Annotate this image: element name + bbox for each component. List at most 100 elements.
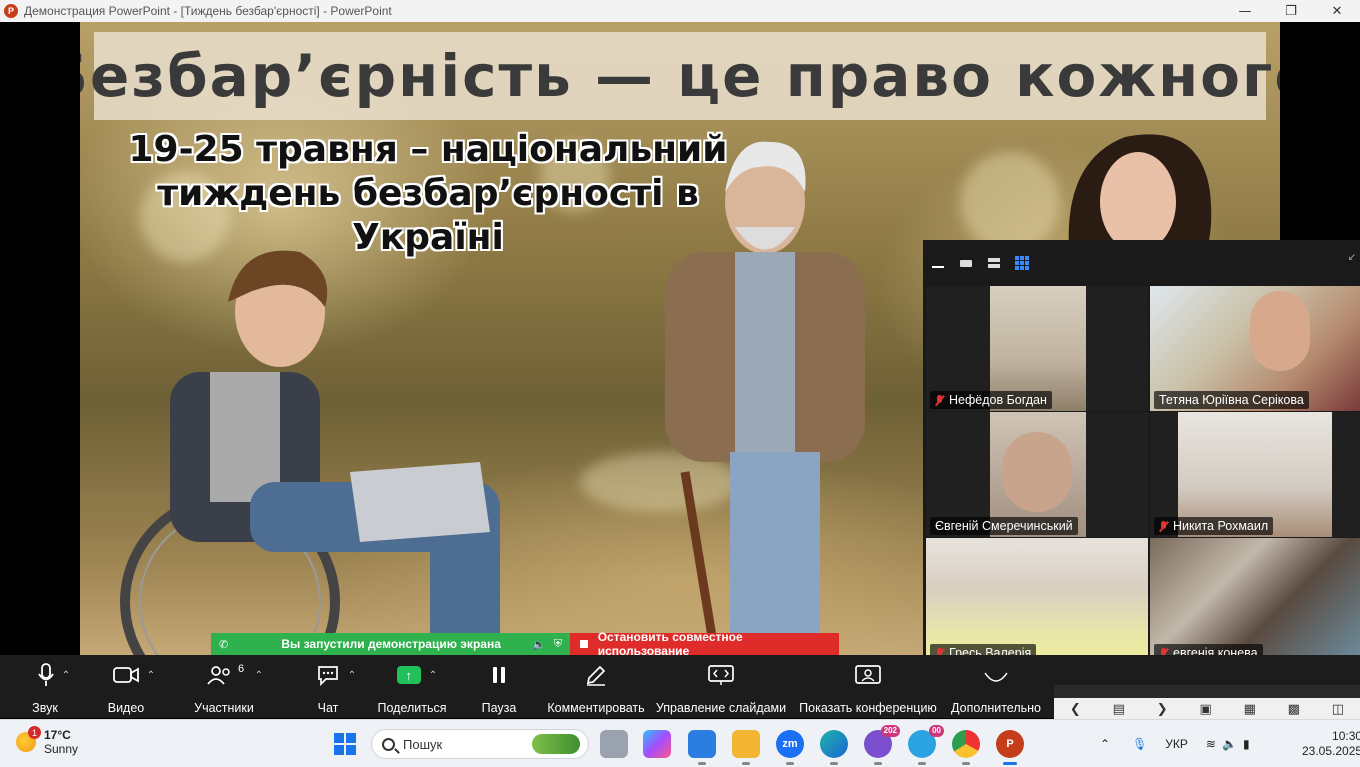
reading-view-icon[interactable]: ▩ — [1288, 702, 1300, 717]
pencil-icon — [586, 665, 606, 686]
chat-button[interactable]: ⌃ Чат — [306, 655, 366, 718]
participant-name: Євгеній Смеречинський — [935, 519, 1073, 533]
gallery-view-controls — [923, 240, 1360, 286]
video-tile[interactable]: Гресь Валерія — [926, 538, 1148, 664]
share-screen-button[interactable]: ↑ ⌃ Поделиться — [377, 655, 454, 718]
participant-label: Євгеній Смеречинський — [930, 517, 1078, 535]
gallery-grid-icon[interactable] — [1015, 256, 1029, 270]
minimize-icon[interactable]: — — [1222, 0, 1268, 22]
participant-label: Тетяна Юріївна Серікова — [1154, 391, 1309, 409]
mic-muted-icon — [935, 394, 944, 406]
slide-subtitle: 19-25 травня – національний тиждень безб… — [128, 129, 728, 258]
search-highlight-icon — [532, 734, 580, 754]
wifi-icon[interactable]: ≋ — [1206, 737, 1216, 751]
volume-icon[interactable]: 🔈 — [1222, 737, 1237, 751]
windows-taskbar: 1 17°C Sunny Пошук zm 202 00 P ⌃ 🎙 УКР ≋… — [0, 719, 1360, 767]
collapse-icon[interactable]: ↙ — [1348, 252, 1356, 263]
video-tile[interactable]: Нефёдов Богдан — [926, 286, 1148, 411]
shield-icon: ⛨ — [553, 637, 562, 650]
stop-share-button[interactable]: Остановить совместное использование — [570, 630, 839, 658]
battery-icon[interactable]: ▮ — [1243, 737, 1250, 751]
search-icon — [382, 737, 395, 751]
audio-button[interactable]: ⌃ Звук — [24, 655, 84, 718]
participant-name: Никита Рохмаил — [1173, 519, 1269, 533]
share-status-bar: ✆ Вы запустили демонстрацию экрана 🔈 ⛨ — [211, 633, 570, 655]
slideshow-icon[interactable]: ◫ — [1332, 702, 1344, 717]
split-view-icon[interactable] — [987, 258, 1001, 268]
speaker-icon: 🔈 — [532, 638, 546, 651]
zoom-app-icon[interactable]: zm — [776, 730, 804, 765]
video-tile[interactable]: Євгеній Смеречинський — [926, 412, 1148, 537]
chevron-up-icon[interactable]: ⌃ — [62, 670, 70, 681]
chat-label: Чат — [317, 701, 339, 715]
slide-list-icon[interactable]: ▤ — [1113, 702, 1125, 717]
pause-share-button[interactable]: Пауза — [474, 655, 524, 718]
share-status-text: Вы запустили демонстрацию экрана — [281, 637, 501, 651]
video-tile-active-speaker[interactable]: Тетяна Юріївна Серікова — [1150, 286, 1360, 411]
more-label: Дополнительно — [951, 701, 1041, 715]
mic-muted-icon — [1159, 520, 1168, 532]
weather-temperature: 17°C — [44, 728, 71, 742]
close-icon[interactable]: ✕ — [1314, 0, 1360, 22]
bokeh-light — [960, 152, 1060, 252]
slide-control-button[interactable]: Управление слайдами — [656, 655, 786, 718]
chrome-icon[interactable] — [952, 730, 980, 765]
edge-icon[interactable] — [820, 730, 848, 765]
slide-sorter-icon[interactable]: ▦ — [1244, 702, 1256, 717]
chevron-up-icon[interactable]: ⌃ — [147, 670, 155, 681]
previous-slide-icon[interactable]: ❮ — [1070, 702, 1081, 717]
chevron-up-icon[interactable]: ⌃ — [1100, 737, 1110, 751]
search-placeholder: Пошук — [403, 736, 443, 752]
pause-label: Пауза — [481, 701, 517, 715]
clock-date: 23.05.2025 — [1302, 744, 1360, 758]
video-label: Видео — [107, 701, 145, 715]
video-tile[interactable]: евгенія конева — [1150, 538, 1360, 664]
phone-icon: ✆ — [219, 638, 229, 651]
normal-view-icon[interactable]: ▣ — [1199, 702, 1211, 717]
video-button[interactable]: ⌃ Видео — [104, 655, 164, 718]
viber-icon[interactable]: 202 — [864, 725, 900, 765]
slide-navigation-bar: ❮ ▤ ❯ ▣ ▦ ▩ ◫ — [1054, 698, 1360, 720]
speaker-view-icon[interactable] — [959, 258, 973, 268]
share-label: Поделиться — [377, 701, 447, 715]
chevron-up-icon[interactable]: ⌃ — [348, 670, 356, 681]
taskbar-search[interactable]: Пошук — [371, 729, 589, 759]
window-title: Демонстрация PowerPoint - [Тиждень безба… — [24, 4, 392, 18]
video-tile[interactable]: Никита Рохмаил — [1150, 412, 1360, 537]
minimize-video-icon[interactable] — [931, 258, 945, 268]
chevron-up-icon[interactable]: ⌃ — [429, 670, 437, 681]
copilot-icon[interactable] — [643, 730, 671, 758]
participants-icon — [207, 666, 230, 685]
file-explorer-icon[interactable] — [732, 730, 760, 765]
screen: P Демонстрация PowerPoint - [Тиждень без… — [0, 0, 1360, 767]
annotate-button[interactable]: Комментировать — [546, 655, 646, 718]
chevron-up-icon[interactable]: ⌃ — [255, 670, 263, 681]
show-meeting-button[interactable]: Показать конференцию — [798, 655, 938, 718]
participants-button[interactable]: ⌃ 6 Участники — [190, 655, 280, 718]
language-indicator[interactable]: УКР — [1165, 737, 1188, 751]
chat-icon — [317, 666, 338, 686]
telegram-icon[interactable]: 00 — [908, 725, 944, 765]
show-meeting-icon — [855, 665, 881, 684]
restore-icon[interactable]: ❐ — [1268, 0, 1314, 22]
participants-label: Участники — [194, 701, 254, 715]
task-view-icon[interactable] — [600, 730, 628, 758]
share-screen-icon: ↑ — [396, 666, 421, 684]
more-button[interactable]: Дополнительно — [948, 655, 1044, 718]
slide-control-strip — [1054, 685, 1360, 698]
participant-label: Никита Рохмаил — [1154, 517, 1274, 535]
taskbar-clock[interactable]: 10:30 23.05.2025 — [1302, 729, 1360, 759]
weather-condition: Sunny — [44, 742, 79, 756]
participant-name: Тетяна Юріївна Серікова — [1159, 393, 1304, 407]
store-icon[interactable] — [688, 730, 716, 765]
powerpoint-taskbar-icon[interactable]: P — [996, 730, 1024, 765]
weather-widget[interactable]: 1 17°C Sunny — [16, 726, 79, 756]
windows-start-icon[interactable] — [334, 733, 356, 755]
sun-icon: 1 — [16, 726, 41, 752]
telegram-badge: 00 — [929, 725, 944, 737]
powerpoint-icon: P — [4, 4, 18, 18]
participant-face — [1250, 291, 1310, 371]
participant-gallery[interactable]: ↙ Нефёдов Богдан Тетяна Юріївна Серікова… — [923, 240, 1360, 664]
microphone-tray-icon[interactable]: 🎙 — [1132, 737, 1147, 751]
next-slide-icon[interactable]: ❯ — [1157, 702, 1168, 717]
